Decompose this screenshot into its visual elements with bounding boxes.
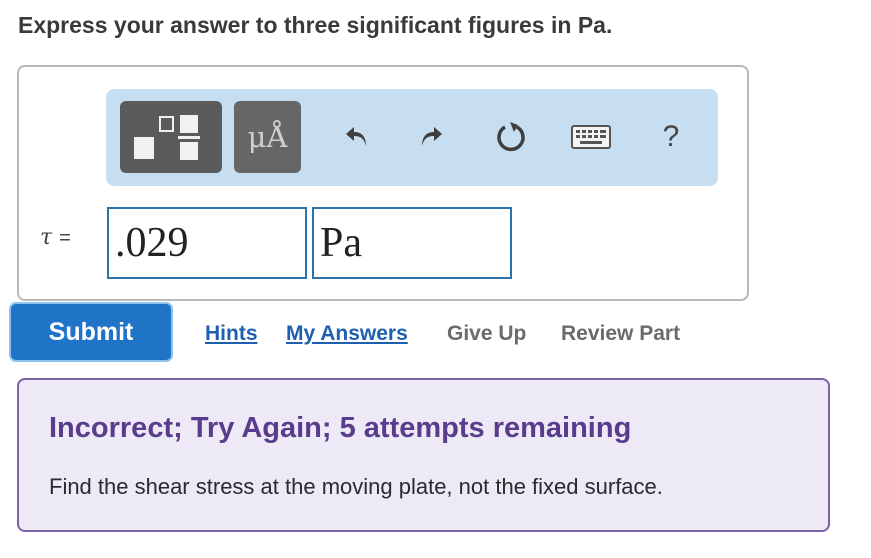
units-button[interactable]: μÅ <box>234 101 301 173</box>
answer-unit-input[interactable]: Pa <box>312 207 512 279</box>
review-part-link[interactable]: Review Part <box>561 322 680 346</box>
variable-label: τ = <box>40 225 71 250</box>
feedback-panel: Incorrect; Try Again; 5 attempts remaini… <box>17 378 830 532</box>
redo-button[interactable] <box>408 109 454 165</box>
reset-button[interactable] <box>488 109 534 165</box>
give-up-link[interactable]: Give Up <box>447 322 526 346</box>
keyboard-icon <box>571 125 611 149</box>
reset-icon <box>497 122 525 152</box>
instruction-text: Express your answer to three significant… <box>18 12 613 38</box>
variable-symbol: τ <box>40 225 53 250</box>
help-label: ? <box>662 120 680 153</box>
redo-icon <box>422 127 442 146</box>
answer-value-input[interactable]: .029 <box>107 207 307 279</box>
my-answers-link[interactable]: My Answers <box>286 322 408 346</box>
templates-icon <box>134 115 200 160</box>
units-label: μÅ <box>247 120 288 154</box>
math-toolbar: μÅ ? <box>106 89 718 186</box>
templates-button[interactable] <box>120 101 222 173</box>
keyboard-button[interactable] <box>568 109 614 165</box>
feedback-title: Incorrect; Try Again; 5 attempts remaini… <box>49 412 632 444</box>
hints-link[interactable]: Hints <box>205 322 258 346</box>
feedback-message: Find the shear stress at the moving plat… <box>49 474 663 499</box>
undo-icon <box>346 127 366 146</box>
undo-button[interactable] <box>334 109 380 165</box>
help-button[interactable]: ? <box>648 109 694 165</box>
equals-sign: = <box>59 227 71 249</box>
submit-button[interactable]: Submit <box>11 304 171 360</box>
